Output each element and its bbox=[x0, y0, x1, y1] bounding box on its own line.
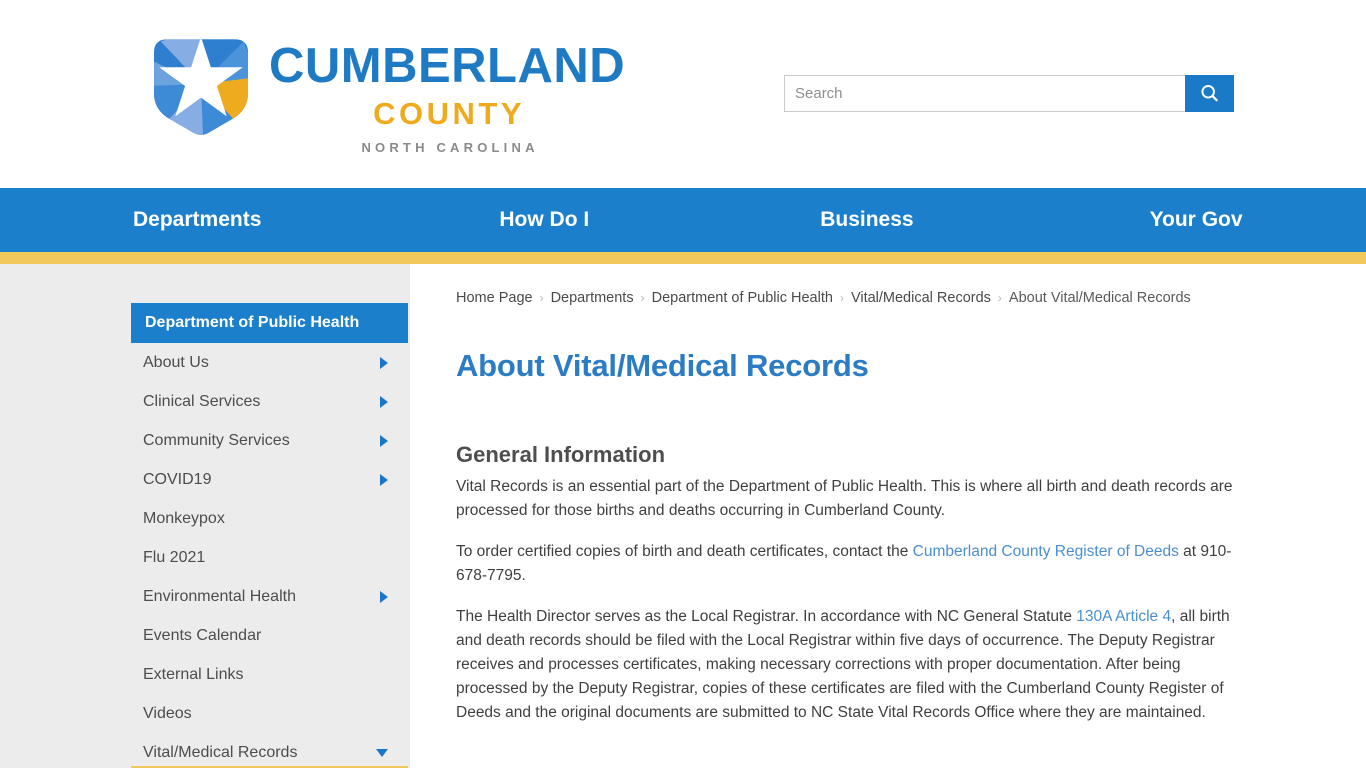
sidebar-item-environmental-health[interactable]: Environmental Health bbox=[131, 577, 408, 616]
breadcrumb: Home Page › Departments › Department of Publ… bbox=[456, 287, 1196, 310]
chevron-right-icon[interactable] bbox=[380, 473, 388, 486]
sidebar-item-monkeypox[interactable]: Monkeypox bbox=[131, 499, 408, 538]
paragraph-health-director-local-registrar: The Health Director serves as the Local … bbox=[456, 605, 1240, 725]
sidebar-header-department-of-public-health[interactable]: Department of Public Health bbox=[131, 303, 408, 343]
chevron-right-icon[interactable] bbox=[380, 590, 388, 603]
cumberland-county-star-shield-logo-icon bbox=[153, 39, 249, 135]
search-input[interactable] bbox=[784, 75, 1185, 112]
breadcrumb-separator-icon: › bbox=[539, 291, 544, 305]
section-heading-general-information: General Information bbox=[456, 442, 666, 467]
section-navigation: Department of Public Health About Us Clin… bbox=[131, 303, 408, 768]
page-title: About Vital/Medical Records bbox=[456, 348, 869, 383]
sidebar-item-label: About Us bbox=[143, 354, 209, 371]
sidebar-item-covid19[interactable]: COVID19 bbox=[131, 460, 408, 499]
sidebar-item-clinical-services[interactable]: Clinical Services bbox=[131, 382, 408, 421]
logo-line-county: COUNTY bbox=[373, 96, 526, 131]
chevron-down-icon[interactable] bbox=[376, 748, 388, 757]
sidebar-item-flu-2021[interactable]: Flu 2021 bbox=[131, 538, 408, 577]
link-cumberland-county-register-of-deeds[interactable]: Cumberland County Register of Deeds bbox=[913, 543, 1179, 560]
sidebar-item-events-calendar[interactable]: Events Calendar bbox=[131, 616, 408, 655]
chevron-right-icon[interactable] bbox=[380, 395, 388, 408]
search-submit-button[interactable] bbox=[1185, 75, 1234, 112]
sidebar-item-label: COVID19 bbox=[143, 471, 212, 488]
nav-item-your-gov[interactable]: Your Gov bbox=[1150, 208, 1243, 232]
search-icon bbox=[1201, 85, 1218, 102]
paragraph-vital-records-intro: Vital Records is an essential part of th… bbox=[456, 478, 1233, 519]
breadcrumb-separator-icon: › bbox=[997, 291, 1002, 305]
gold-accent-bar bbox=[0, 252, 1366, 264]
breadcrumb-item-departments[interactable]: Departments bbox=[551, 290, 634, 306]
main-navigation: Departments How Do I Business Your Gov bbox=[0, 188, 1366, 252]
caret-spacer bbox=[380, 630, 388, 642]
search-bar bbox=[784, 75, 1234, 112]
breadcrumb-separator-icon: › bbox=[839, 291, 844, 305]
nav-item-business[interactable]: Business bbox=[820, 208, 913, 232]
sidebar-item-label: External Links bbox=[143, 666, 244, 683]
caret-spacer bbox=[380, 513, 388, 525]
sidebar-item-label: Environmental Health bbox=[143, 588, 296, 605]
main-content: Home Page › Departments › Department of Publ… bbox=[410, 264, 1366, 768]
sidebar-item-external-links[interactable]: External Links bbox=[131, 655, 408, 694]
logo-wordmark: CUMBERLAND COUNTY NORTH CAROLINA bbox=[269, 28, 626, 155]
chevron-right-icon[interactable] bbox=[380, 356, 388, 369]
sidebar-item-vital-medical-records[interactable]: Vital/Medical Records bbox=[131, 733, 408, 768]
nav-item-departments[interactable]: Departments bbox=[133, 208, 261, 232]
paragraph-order-certified-copies: To order certified copies of birth and d… bbox=[456, 540, 1240, 588]
caret-spacer bbox=[380, 708, 388, 720]
page-body: Department of Public Health About Us Clin… bbox=[0, 264, 1366, 768]
breadcrumb-item-department-of-public-health[interactable]: Department of Public Health bbox=[652, 290, 833, 306]
breadcrumb-item-home-page[interactable]: Home Page bbox=[456, 290, 533, 306]
sidebar-item-community-services[interactable]: Community Services bbox=[131, 421, 408, 460]
site-logo[interactable]: CUMBERLAND COUNTY NORTH CAROLINA bbox=[145, 28, 625, 154]
breadcrumb-item-vital-medical-records[interactable]: Vital/Medical Records bbox=[851, 290, 991, 306]
sidebar-item-label: Community Services bbox=[143, 432, 290, 449]
logo-line-cumberland: CUMBERLAND bbox=[269, 39, 626, 93]
site-header: CUMBERLAND COUNTY NORTH CAROLINA bbox=[0, 0, 1366, 188]
sidebar-item-label: Videos bbox=[143, 705, 192, 722]
logo-line-state: NORTH CAROLINA bbox=[361, 140, 539, 155]
sidebar-column: Department of Public Health About Us Clin… bbox=[0, 264, 410, 768]
breadcrumb-separator-icon: › bbox=[640, 291, 645, 305]
sidebar-item-label: Flu 2021 bbox=[143, 549, 206, 566]
link-130a-article-4[interactable]: 130A Article 4 bbox=[1076, 608, 1171, 625]
sidebar-item-label: Clinical Services bbox=[143, 393, 261, 410]
paragraph-text: The Health Director serves as the Local … bbox=[456, 608, 1077, 625]
caret-spacer bbox=[380, 669, 388, 681]
sidebar-item-label: Monkeypox bbox=[143, 510, 225, 527]
sidebar-item-label: Events Calendar bbox=[143, 627, 262, 644]
breadcrumb-item-about-vital-medical-records: About Vital/Medical Records bbox=[1008, 290, 1191, 306]
caret-spacer bbox=[380, 552, 388, 564]
chevron-right-icon[interactable] bbox=[380, 434, 388, 447]
sidebar-item-videos[interactable]: Videos bbox=[131, 694, 408, 733]
sidebar-item-about-us[interactable]: About Us bbox=[131, 343, 408, 382]
nav-item-how-do-i[interactable]: How Do I bbox=[499, 208, 589, 232]
paragraph-text: To order certified copies of birth and d… bbox=[456, 543, 913, 560]
sidebar-item-label: Vital/Medical Records bbox=[143, 744, 298, 761]
